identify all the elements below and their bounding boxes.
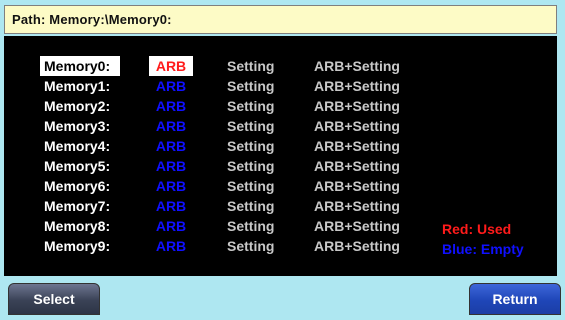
setting-slot[interactable]: Setting: [227, 116, 274, 136]
setting-slot[interactable]: Setting: [227, 76, 274, 96]
arb-slot[interactable]: ARB: [149, 176, 193, 196]
memory-list-panel: Memory0: ARB Setting ARB+Setting Memory1…: [4, 36, 557, 276]
arb-setting-slot[interactable]: ARB+Setting: [314, 116, 400, 136]
setting-slot[interactable]: Setting: [227, 236, 274, 256]
setting-slot[interactable]: Setting: [227, 176, 274, 196]
setting-slot[interactable]: Setting: [227, 156, 274, 176]
memory-label: Memory4:: [44, 138, 111, 154]
memory-row-3[interactable]: Memory3: ARB Setting ARB+Setting: [4, 116, 557, 136]
arb-setting-slot[interactable]: ARB+Setting: [314, 196, 400, 216]
setting-slot[interactable]: Setting: [227, 136, 274, 156]
arb-setting-slot[interactable]: ARB+Setting: [314, 136, 400, 156]
return-button[interactable]: Return: [469, 283, 561, 315]
memory-label: Memory0:: [40, 56, 120, 76]
arb-setting-slot[interactable]: ARB+Setting: [314, 56, 400, 76]
memory-row-5[interactable]: Memory5: ARB Setting ARB+Setting: [4, 156, 557, 176]
memory-row-7[interactable]: Memory7: ARB Setting ARB+Setting: [4, 196, 557, 216]
memory-label: Memory7:: [44, 198, 111, 214]
memory-row-2[interactable]: Memory2: ARB Setting ARB+Setting: [4, 96, 557, 116]
arb-setting-slot[interactable]: ARB+Setting: [314, 176, 400, 196]
memory-label: Memory2:: [44, 98, 111, 114]
arb-slot[interactable]: ARB: [149, 116, 193, 136]
memory-row-1[interactable]: Memory1: ARB Setting ARB+Setting: [4, 76, 557, 96]
memory-label: Memory3:: [44, 118, 111, 134]
path-bar: Path: Memory:\Memory0:: [4, 5, 557, 34]
memory-label: Memory6:: [44, 178, 111, 194]
legend-used: Red: Used: [442, 221, 512, 237]
setting-slot[interactable]: Setting: [227, 196, 274, 216]
arb-setting-slot[interactable]: ARB+Setting: [314, 96, 400, 116]
memory-row-0[interactable]: Memory0: ARB Setting ARB+Setting: [4, 56, 557, 76]
arb-slot[interactable]: ARB: [149, 156, 193, 176]
setting-slot[interactable]: Setting: [227, 96, 274, 116]
setting-slot[interactable]: Setting: [227, 56, 274, 76]
memory-label: Memory5:: [44, 158, 111, 174]
memory-label: Memory9:: [44, 238, 111, 254]
arb-slot[interactable]: ARB: [149, 236, 193, 256]
arb-slot[interactable]: ARB: [149, 216, 193, 236]
legend-empty: Blue: Empty: [442, 241, 524, 257]
arb-setting-slot[interactable]: ARB+Setting: [314, 216, 400, 236]
memory-screen: Path: Memory:\Memory0: Memory0: ARB Sett…: [0, 0, 565, 320]
memory-label: Memory1:: [44, 78, 111, 94]
arb-slot[interactable]: ARB: [149, 96, 193, 116]
setting-slot[interactable]: Setting: [227, 216, 274, 236]
arb-setting-slot[interactable]: ARB+Setting: [314, 236, 400, 256]
arb-slot[interactable]: ARB: [149, 196, 193, 216]
arb-slot[interactable]: ARB: [149, 76, 193, 96]
memory-row-4[interactable]: Memory4: ARB Setting ARB+Setting: [4, 136, 557, 156]
arb-setting-slot[interactable]: ARB+Setting: [314, 156, 400, 176]
arb-slot[interactable]: ARB: [149, 56, 193, 76]
select-button[interactable]: Select: [8, 283, 100, 315]
arb-slot[interactable]: ARB: [149, 136, 193, 156]
arb-setting-slot[interactable]: ARB+Setting: [314, 76, 400, 96]
memory-row-6[interactable]: Memory6: ARB Setting ARB+Setting: [4, 176, 557, 196]
memory-label: Memory8:: [44, 218, 111, 234]
